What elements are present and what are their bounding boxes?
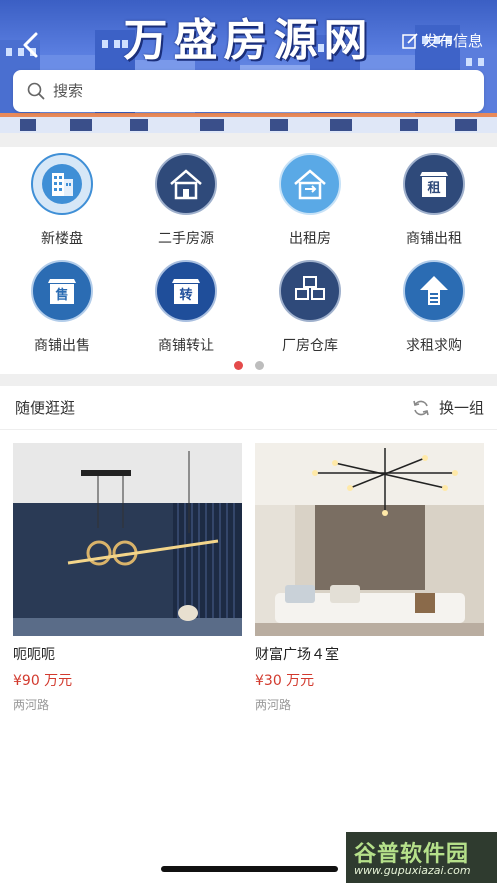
category-label: 求租求购 bbox=[406, 338, 462, 354]
category-shop-sale[interactable]: 售 商铺出售 bbox=[0, 260, 124, 355]
watermark-url: www.gupuxiazai.com bbox=[354, 864, 471, 877]
divider bbox=[0, 374, 497, 386]
chevron-left-icon[interactable] bbox=[14, 28, 48, 62]
category-warehouse[interactable]: 厂房仓库 bbox=[248, 260, 372, 355]
listing-name: 呃呃呃 bbox=[13, 647, 55, 663]
category-second-hand[interactable]: 二手房源 bbox=[124, 153, 248, 248]
refresh-icon bbox=[413, 400, 429, 415]
search-bar[interactable] bbox=[13, 70, 484, 112]
publish-button[interactable]: 发布信息 bbox=[401, 30, 483, 51]
shop-transfer-glyph: 转 bbox=[179, 287, 192, 303]
house-icon bbox=[155, 153, 217, 215]
shop-rent-icon: 租 bbox=[403, 153, 465, 215]
category-label: 商铺转让 bbox=[158, 338, 214, 354]
listing-photo[interactable] bbox=[13, 443, 242, 636]
listing-location: 两河路 bbox=[13, 698, 50, 712]
publish-label: 发布信息 bbox=[422, 32, 483, 50]
home-indicator[interactable] bbox=[161, 866, 338, 872]
shop-rent-glyph: 租 bbox=[427, 181, 440, 196]
shop-sale-glyph: 售 bbox=[55, 287, 68, 303]
shop-sale-icon: 售 bbox=[31, 260, 93, 322]
wanted-icon bbox=[403, 260, 465, 322]
rent-house-icon bbox=[279, 153, 341, 215]
listing-location: 两河路 bbox=[255, 698, 292, 712]
search-icon bbox=[27, 82, 45, 100]
building-icon bbox=[31, 153, 93, 215]
search-input[interactable] bbox=[53, 82, 453, 100]
page-dot[interactable] bbox=[254, 361, 264, 370]
category-label: 新楼盘 bbox=[41, 231, 83, 247]
listing-price: ¥30 万元 bbox=[255, 673, 315, 689]
listing-card[interactable]: 呃呃呃 ¥90 万元 两河路 bbox=[13, 443, 242, 713]
section-title: 随便逛逛 bbox=[15, 399, 76, 417]
category-label: 商铺出售 bbox=[34, 338, 90, 354]
shop-transfer-icon: 转 bbox=[155, 260, 217, 322]
edit-icon bbox=[402, 32, 418, 49]
listing-card[interactable]: 财富广场４室 ¥30 万元 两河路 bbox=[255, 443, 484, 713]
category-label: 出租房 bbox=[289, 231, 331, 247]
header-banner: 万盛房源网 发布信息 bbox=[0, 0, 497, 133]
watermark-logo: 谷普软件园 www.gupuxiazai.com bbox=[346, 832, 497, 883]
page-dot-active[interactable] bbox=[233, 361, 243, 370]
category-wanted[interactable]: 求租求购 bbox=[372, 260, 496, 355]
category-shop-transfer[interactable]: 转 商铺转让 bbox=[124, 260, 248, 355]
listing-name: 财富广场４室 bbox=[255, 647, 339, 663]
listing-photo[interactable] bbox=[255, 443, 484, 636]
refresh-label: 换一组 bbox=[438, 399, 484, 417]
listing-price: ¥90 万元 bbox=[13, 673, 73, 689]
category-rental[interactable]: 出租房 bbox=[248, 153, 372, 248]
category-new-buildings[interactable]: 新楼盘 bbox=[0, 153, 124, 248]
category-label: 商铺出租 bbox=[406, 231, 462, 247]
category-label: 厂房仓库 bbox=[282, 338, 338, 354]
category-shop-rent[interactable]: 租 商铺出租 bbox=[372, 153, 496, 248]
divider bbox=[0, 133, 497, 147]
section-header: 随便逛逛 换一组 bbox=[0, 386, 497, 430]
warehouse-icon bbox=[279, 260, 341, 322]
category-label: 二手房源 bbox=[158, 231, 214, 247]
page-indicator bbox=[0, 361, 497, 370]
refresh-button[interactable]: 换一组 bbox=[411, 397, 484, 418]
